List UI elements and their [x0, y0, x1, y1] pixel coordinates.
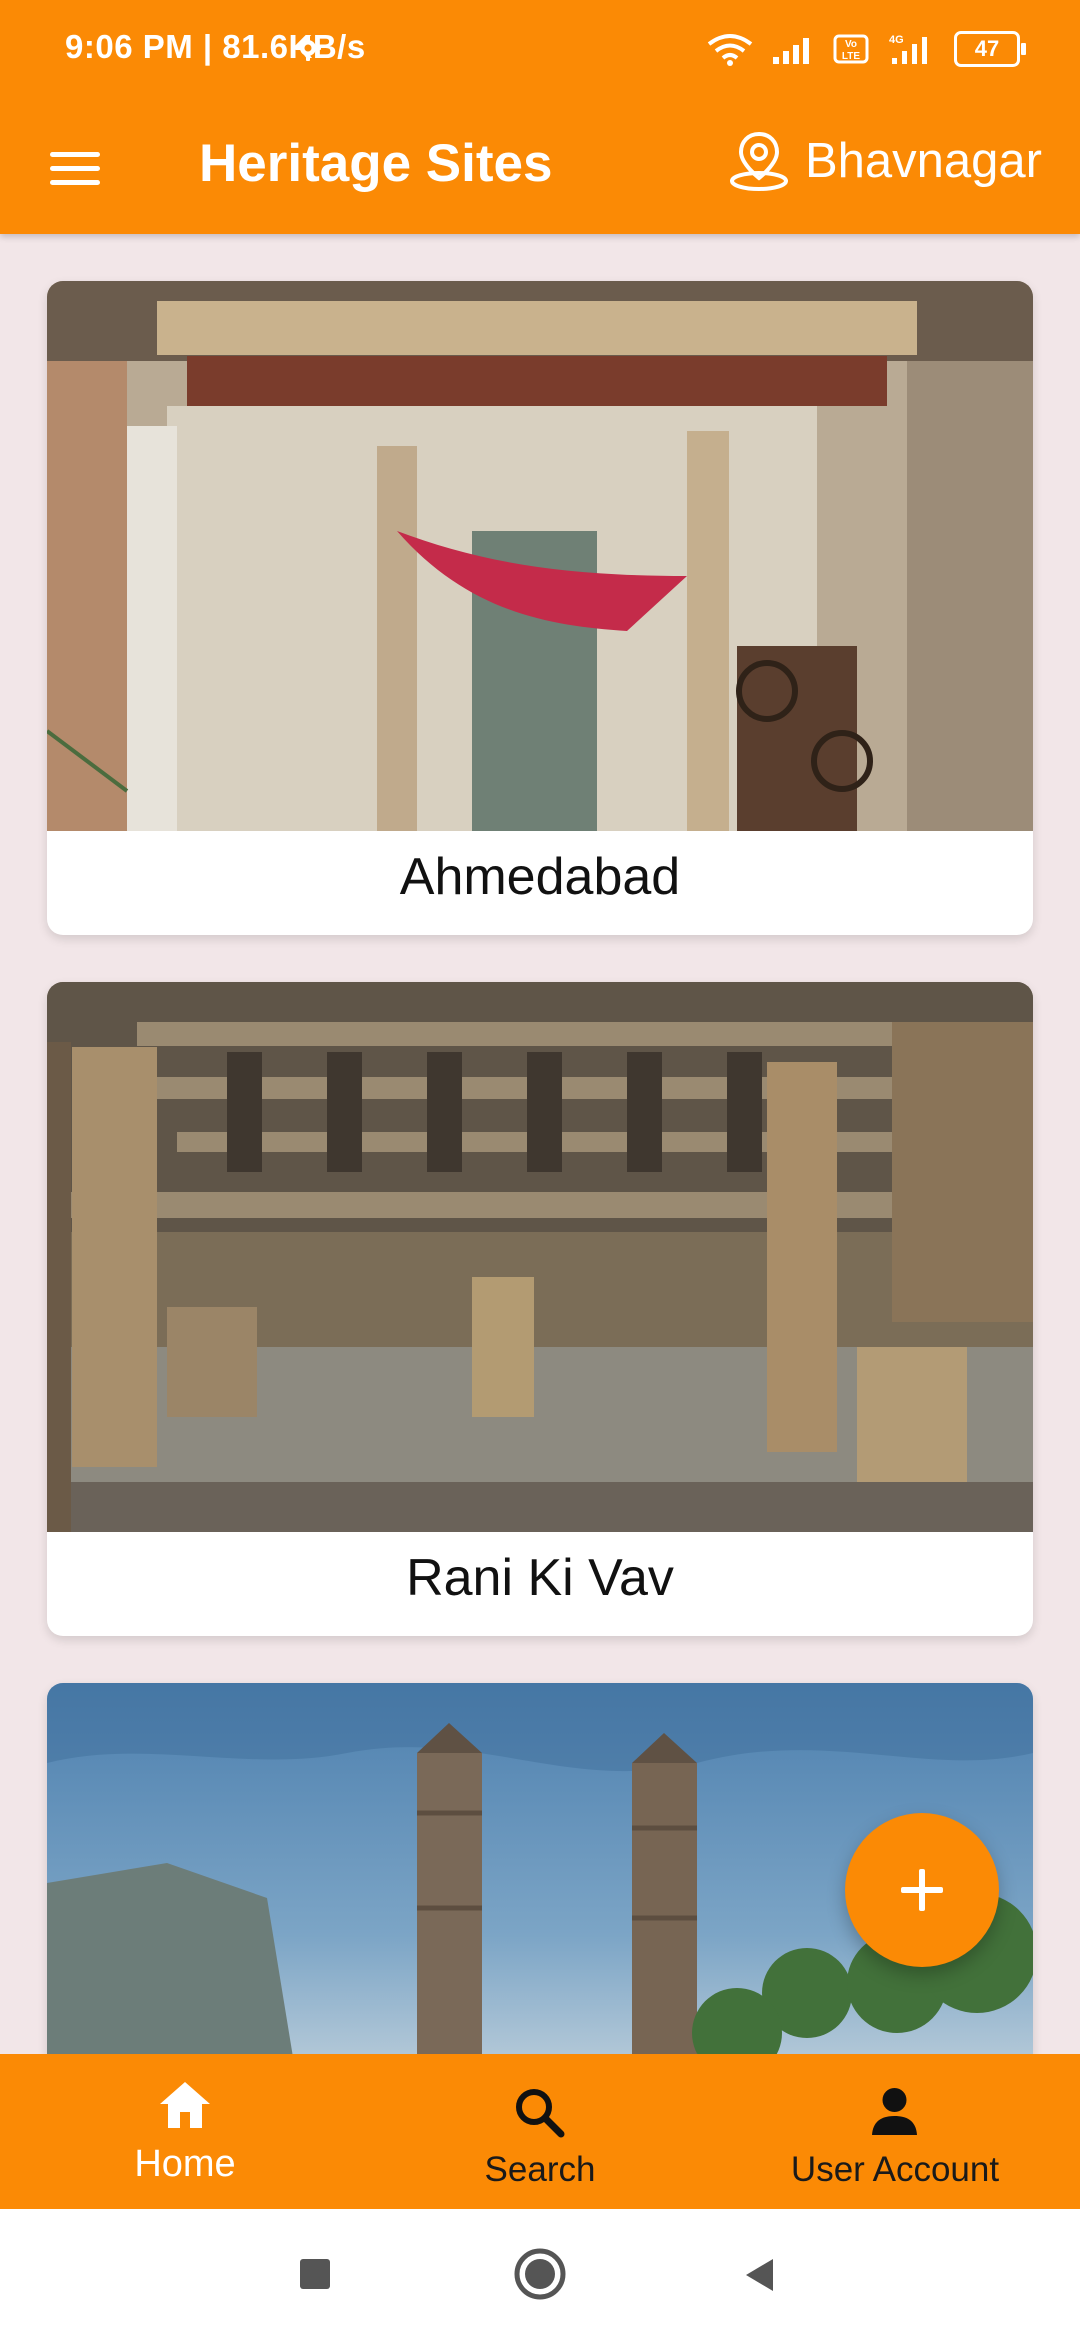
signal-icon: [773, 38, 809, 64]
svg-text:4G: 4G: [889, 34, 904, 46]
heritage-sites-screen: 9:06 PM | 81.6KB/s Vo LTE 4G 47 Heritage…: [0, 0, 1080, 2340]
recent-apps-button[interactable]: [255, 2209, 375, 2340]
app-bar: Heritage Sites Bhavnagar: [0, 100, 1080, 234]
system-home-button[interactable]: [480, 2209, 600, 2340]
android-system-navigation: [0, 2209, 1080, 2340]
wifi-icon: [707, 34, 753, 66]
add-site-button[interactable]: [845, 1813, 999, 1967]
back-button[interactable]: [700, 2209, 820, 2340]
page-title: Heritage Sites: [199, 134, 553, 193]
location-label: Bhavnagar: [804, 134, 1042, 188]
nav-home-label: Home: [134, 2143, 236, 2185]
home-icon: [160, 2082, 210, 2128]
nav-search[interactable]: Search: [360, 2054, 720, 2209]
location-pin-icon: [729, 131, 788, 191]
site-name: Ahmedabad: [399, 848, 681, 906]
back-icon: [746, 2259, 773, 2291]
4g-signal-icon: 4G: [889, 34, 927, 64]
site-card-ahmedabad[interactable]: Ahmedabad: [47, 281, 1033, 935]
search-icon: [516, 2089, 565, 2138]
status-icons: Vo LTE 4G 47: [295, 28, 1026, 70]
rani-ki-vav-site-image: [47, 982, 1033, 1532]
svg-text:LTE: LTE: [842, 51, 860, 62]
svg-text:Vo: Vo: [845, 39, 857, 50]
site-list: Ahmedabad Rani Ki Vav: [0, 234, 1080, 2143]
settings-icon: [295, 35, 321, 61]
nav-search-label: Search: [484, 2150, 596, 2189]
bottom-navigation: Home Search User Account: [0, 2054, 1080, 2209]
user-icon: [872, 2088, 917, 2135]
home-circle-icon: [514, 2248, 566, 2300]
nav-home[interactable]: Home: [5, 2054, 365, 2209]
site-name: Rani Ki Vav: [406, 1549, 674, 1607]
location-selector[interactable]: Bhavnagar: [725, 115, 1042, 207]
nav-user-account[interactable]: User Account: [715, 2054, 1075, 2209]
hamburger-menu-button[interactable]: [50, 138, 104, 196]
volte-icon: Vo LTE: [833, 34, 869, 64]
site-card-rani-ki-vav[interactable]: Rani Ki Vav: [47, 982, 1033, 1636]
ahmedabad-site-image: [47, 281, 1033, 831]
header: 9:06 PM | 81.6KB/s Vo LTE 4G 47 Heritage…: [0, 0, 1080, 234]
nav-user-account-label: User Account: [790, 2150, 1000, 2189]
battery-icon: 47: [954, 31, 1026, 67]
recent-apps-icon: [300, 2259, 330, 2289]
status-bar: 9:06 PM | 81.6KB/s Vo LTE 4G 47: [0, 0, 1080, 100]
